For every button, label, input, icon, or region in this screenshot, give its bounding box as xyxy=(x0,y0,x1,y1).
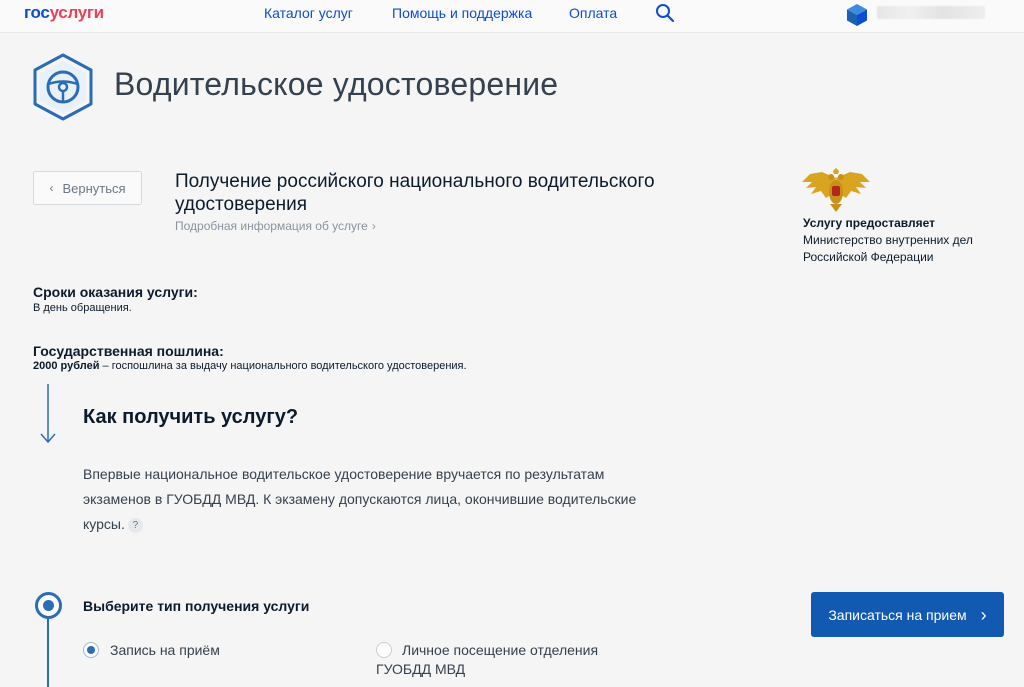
service-details-link[interactable]: Подробная информация об услуге › xyxy=(175,219,376,233)
provider-label: Услугу предоставляет xyxy=(803,216,936,230)
service-details-label: Подробная информация об услуге xyxy=(175,219,368,233)
cube-icon[interactable] xyxy=(846,3,868,27)
fee-text: 2000 рублей – госпошлина за выдачу нацио… xyxy=(33,360,467,372)
book-appointment-button[interactable]: Записаться на прием › xyxy=(811,592,1004,637)
step-title: Выберите тип получения услуги xyxy=(83,598,310,614)
nav-payment-link[interactable]: Оплата xyxy=(569,5,617,21)
search-icon[interactable] xyxy=(655,3,675,23)
terms-title: Сроки оказания услуги: xyxy=(33,284,198,300)
step-timeline-line xyxy=(47,618,49,687)
arrow-down-icon xyxy=(40,384,56,444)
chevron-left-icon: ‹ xyxy=(49,181,54,195)
steering-wheel-icon xyxy=(33,53,93,121)
nav-catalog-link[interactable]: Каталог услуг xyxy=(264,5,353,21)
book-appointment-label: Записаться на прием xyxy=(828,606,967,623)
logo-part-uslugi: услуги xyxy=(49,3,105,22)
chevron-right-icon: › xyxy=(980,604,987,625)
fee-description: – госпошлина за выдачу национального вод… xyxy=(99,360,467,372)
nav-help-link[interactable]: Помощь и поддержка xyxy=(392,5,532,21)
back-button-label: Вернуться xyxy=(62,180,126,196)
service-name: Получение российского национального води… xyxy=(175,171,655,215)
radio-appointment[interactable] xyxy=(83,642,99,658)
fee-amount: 2000 рублей xyxy=(33,360,100,372)
user-name-blurred[interactable] xyxy=(877,6,985,19)
fee-title: Государственная пошлина: xyxy=(33,343,224,359)
terms-text: В день обращения. xyxy=(33,302,132,314)
radio-personal-visit-label[interactable]: Личное посещение отделения ГУОБДД МВД xyxy=(376,641,626,679)
radio-appointment-label[interactable]: Запись на приём xyxy=(110,641,220,660)
help-icon[interactable]: ? xyxy=(127,518,143,533)
how-to-get-text: Впервые национальное водительское удосто… xyxy=(83,462,673,537)
page-title: Водительское удостоверение xyxy=(114,66,559,102)
coat-of-arms-icon xyxy=(802,168,870,212)
how-to-get-description: Впервые национальное водительское удосто… xyxy=(83,466,637,532)
logo-part-gos: гос xyxy=(24,3,50,22)
gosuslugi-logo[interactable]: госуслуги xyxy=(24,3,104,23)
back-button[interactable]: ‹ Вернуться xyxy=(33,171,142,205)
provider-name: Министерство внутренних дел Российской Ф… xyxy=(803,233,973,264)
step-indicator-icon xyxy=(35,592,62,619)
how-to-get-title: Как получить услугу? xyxy=(83,406,299,428)
chevron-right-icon: › xyxy=(371,219,376,233)
top-header: госуслуги Каталог услуг Помощь и поддерж… xyxy=(0,0,1024,33)
